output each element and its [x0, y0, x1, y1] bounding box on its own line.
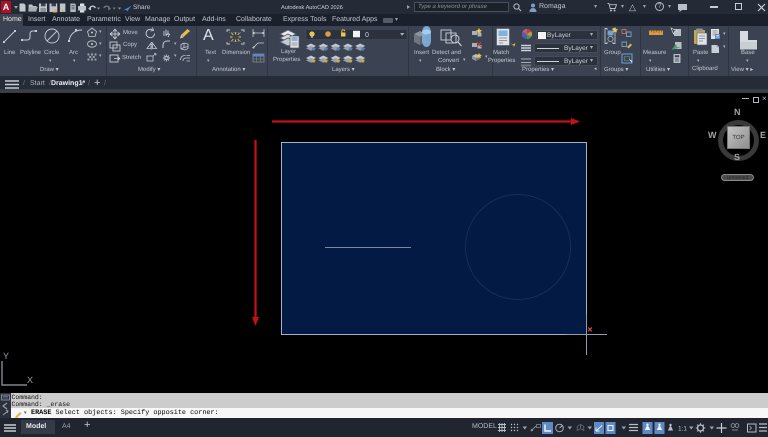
svg-text:X: X [27, 375, 33, 385]
svg-text:0: 0 [365, 32, 369, 39]
svg-text:Y: Y [3, 351, 9, 361]
svg-text:1:1: 1:1 [678, 426, 687, 433]
